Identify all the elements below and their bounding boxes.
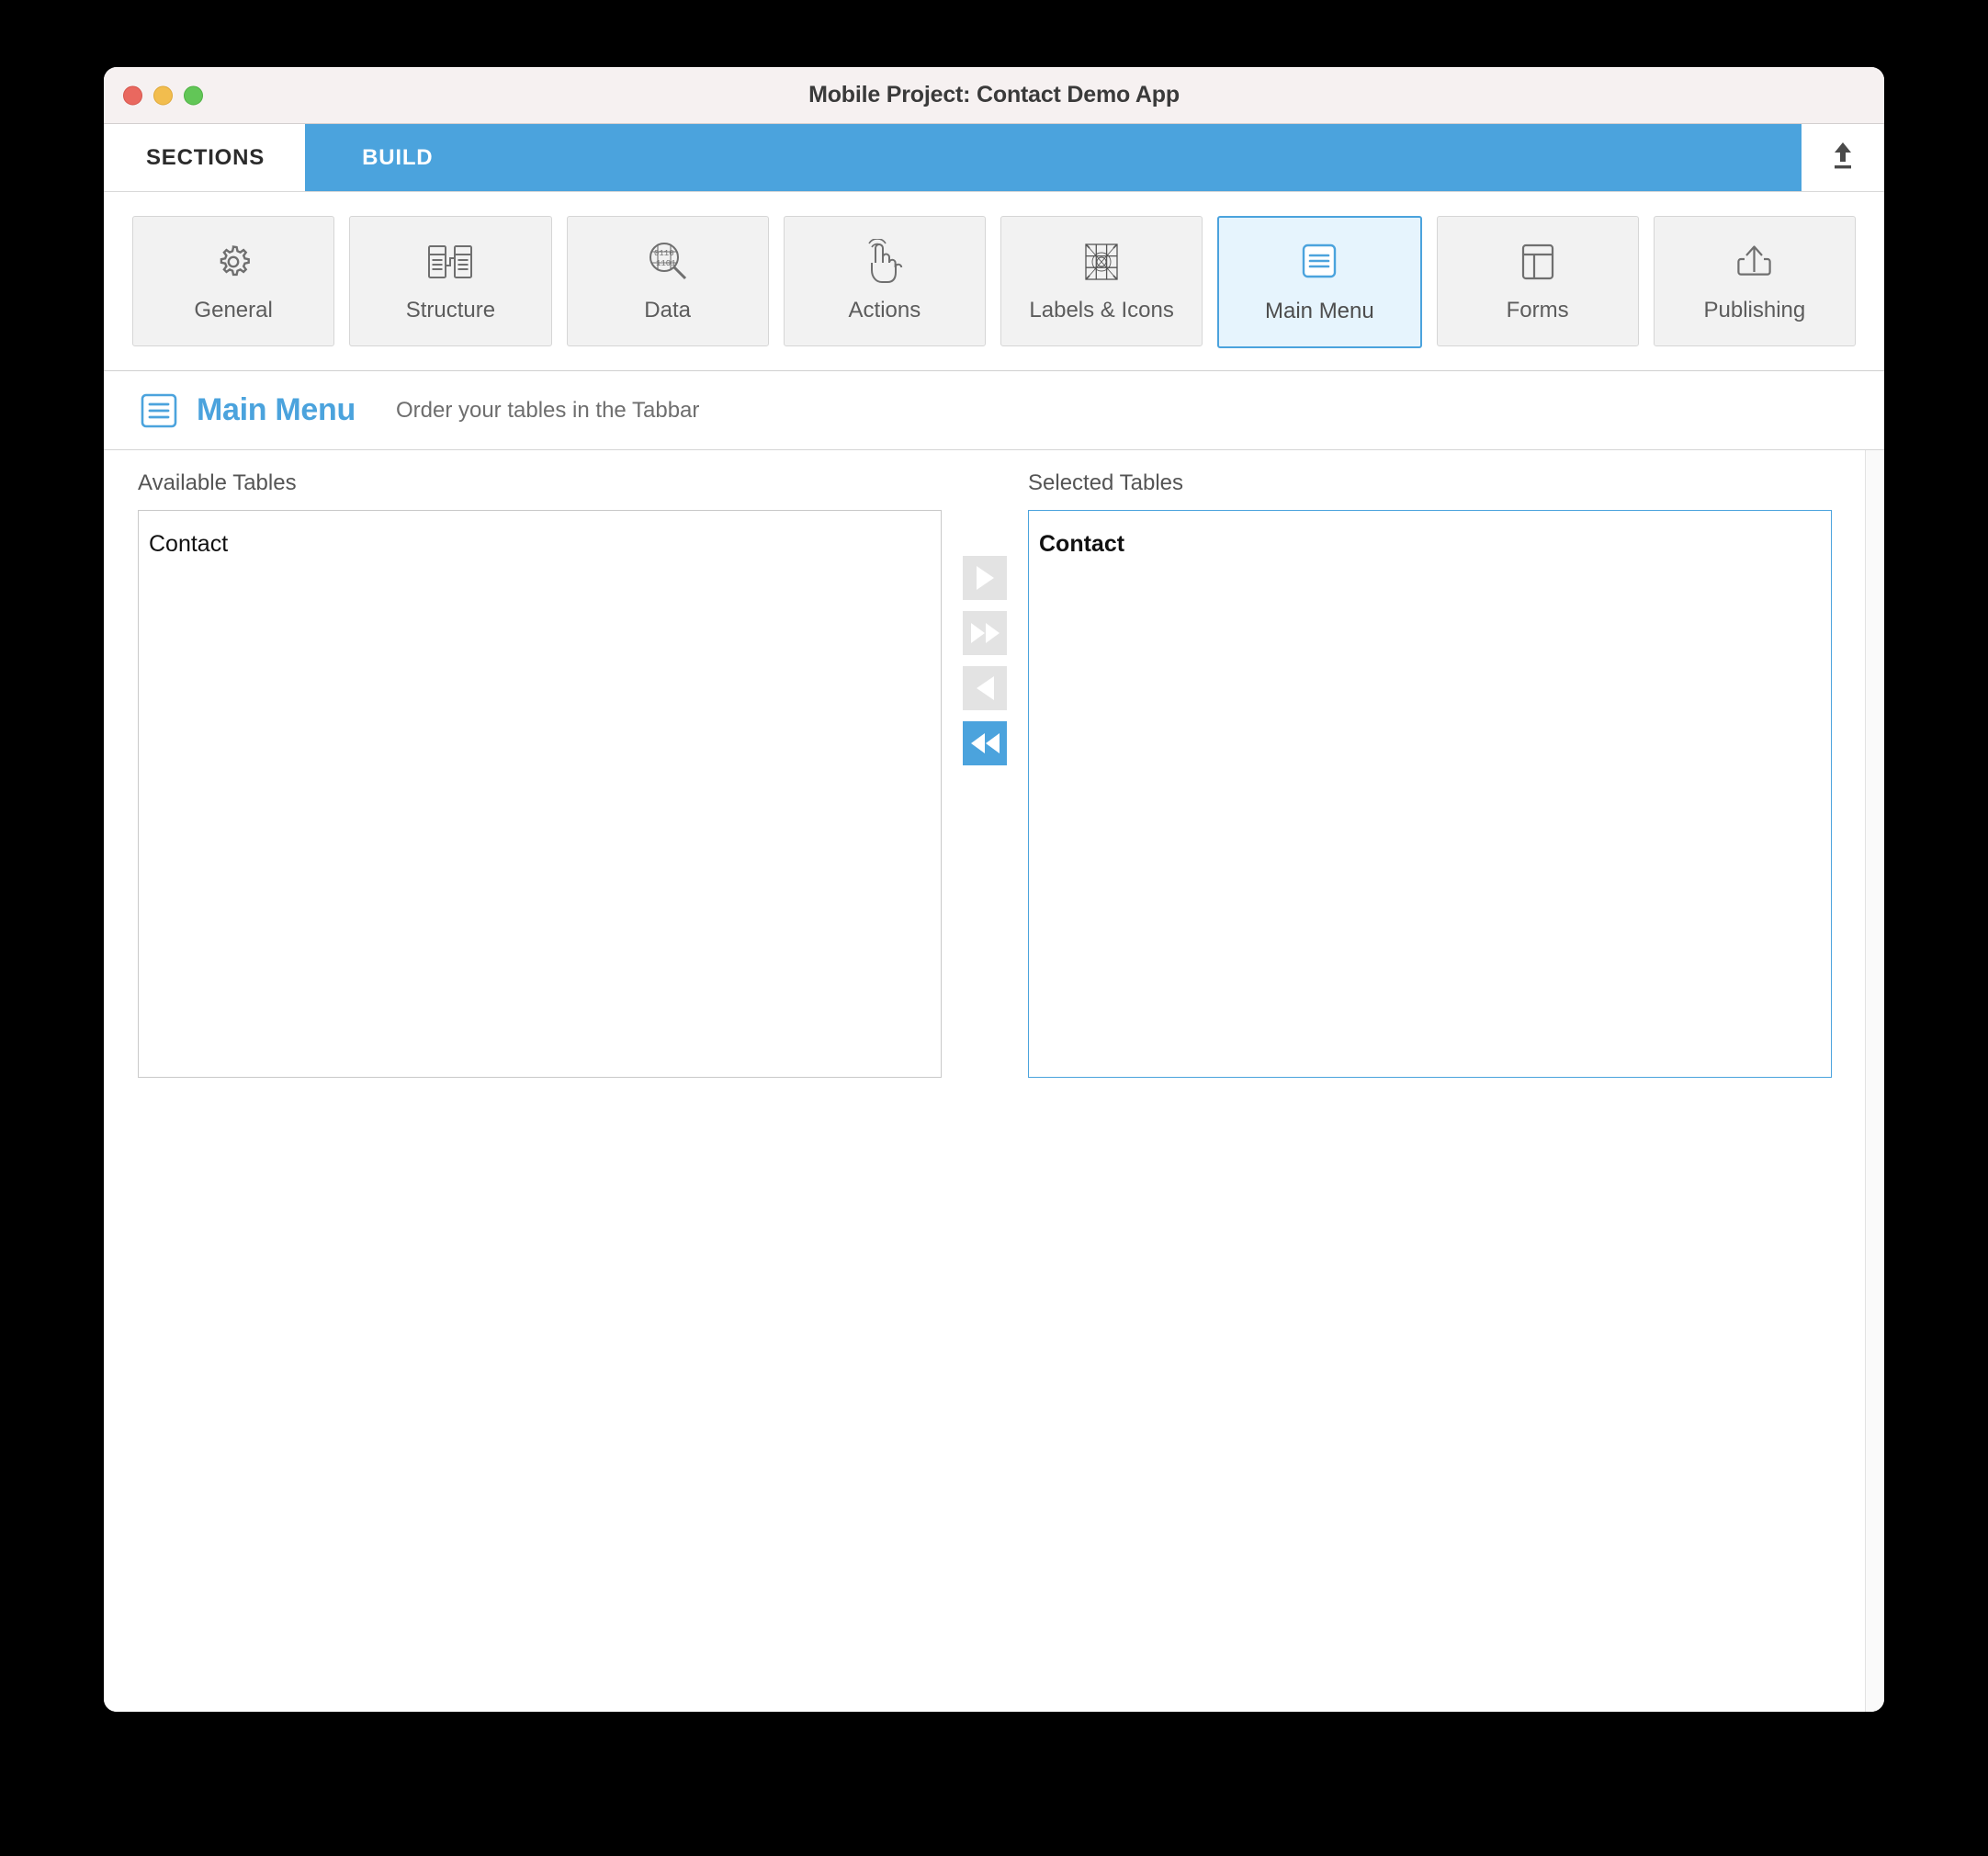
svg-text:0110: 0110 bbox=[654, 249, 674, 258]
toolbar-button-actions-label: Actions bbox=[848, 298, 921, 323]
toolbar-button-main-menu-label: Main Menu bbox=[1265, 299, 1374, 323]
toolbar-button-publishing[interactable]: Publishing bbox=[1653, 216, 1856, 346]
close-window-button[interactable] bbox=[123, 85, 142, 105]
toolbar-button-actions[interactable]: Actions bbox=[783, 216, 986, 346]
structure-icon bbox=[425, 239, 475, 285]
move-left-button[interactable] bbox=[963, 666, 1007, 710]
available-tables-panel: Available Tables Contact bbox=[138, 470, 942, 1078]
tab-sections-label: SECTIONS bbox=[146, 144, 265, 170]
toolbar-button-labels-icons[interactable]: Labels & Icons bbox=[1000, 216, 1203, 346]
page-title: Main Menu bbox=[197, 392, 356, 427]
app-window: Mobile Project: Contact Demo App SECTION… bbox=[104, 67, 1884, 1712]
double-arrow-right-icon bbox=[970, 623, 1000, 643]
selected-tables-panel: Selected Tables Contact bbox=[1028, 470, 1832, 1078]
arrow-right-icon bbox=[976, 566, 994, 590]
title-bar: Mobile Project: Contact Demo App bbox=[104, 67, 1884, 124]
double-arrow-left-icon bbox=[970, 733, 1000, 753]
minimize-window-button[interactable] bbox=[153, 85, 173, 105]
vertical-scrollbar[interactable] bbox=[1865, 450, 1884, 1712]
list-item[interactable]: Contact bbox=[139, 526, 941, 561]
move-all-left-button[interactable] bbox=[963, 721, 1007, 765]
toolbar-button-general[interactable]: General bbox=[132, 216, 335, 346]
toolbar-button-publishing-label: Publishing bbox=[1703, 298, 1806, 323]
toolbar-button-structure[interactable]: Structure bbox=[349, 216, 552, 346]
menu-list-icon bbox=[141, 393, 179, 428]
svg-text:1101: 1101 bbox=[656, 259, 676, 268]
toolbar-button-labels-icons-label: Labels & Icons bbox=[1029, 298, 1174, 323]
table-transfer-panels: Available Tables Contact Selected Tables… bbox=[104, 450, 1865, 1078]
main-content: Available Tables Contact Selected Tables… bbox=[104, 450, 1865, 1712]
tap-hand-icon bbox=[860, 239, 909, 285]
available-tables-label: Available Tables bbox=[138, 470, 297, 495]
tab-bar: SECTIONS BUILD bbox=[104, 124, 1884, 192]
menu-list-icon bbox=[1294, 240, 1344, 286]
upload-icon[interactable] bbox=[1828, 140, 1858, 175]
layout-icon bbox=[1513, 239, 1563, 285]
transfer-button-group bbox=[942, 470, 1028, 765]
list-item[interactable]: Contact bbox=[1029, 526, 1831, 561]
grid-icons-icon bbox=[1077, 239, 1126, 285]
gear-icon bbox=[209, 239, 258, 285]
toolbar-button-forms[interactable]: Forms bbox=[1436, 216, 1639, 346]
selected-tables-list[interactable]: Contact bbox=[1028, 510, 1832, 1078]
tab-sections[interactable]: SECTIONS bbox=[104, 124, 306, 191]
move-right-button[interactable] bbox=[963, 556, 1007, 600]
upload-box-icon bbox=[1730, 239, 1779, 285]
toolbar-button-forms-label: Forms bbox=[1506, 298, 1569, 323]
section-toolbar: General Structure 0110 1101 Data Actions… bbox=[104, 192, 1884, 371]
section-header: Main Menu Order your tables in the Tabba… bbox=[104, 371, 1884, 450]
arrow-left-icon bbox=[976, 676, 994, 700]
tab-build-label: BUILD bbox=[362, 144, 434, 170]
toolbar-button-data-label: Data bbox=[644, 298, 691, 323]
available-tables-list[interactable]: Contact bbox=[138, 510, 942, 1078]
toolbar-button-structure-label: Structure bbox=[405, 298, 496, 323]
content-area: Available Tables Contact Selected Tables… bbox=[104, 450, 1884, 1712]
page-subtitle: Order your tables in the Tabbar bbox=[395, 397, 700, 423]
toolbar-button-general-label: General bbox=[194, 298, 273, 323]
traffic-lights bbox=[123, 85, 203, 105]
toolbar-button-main-menu[interactable]: Main Menu bbox=[1217, 216, 1422, 348]
toolbar-button-data[interactable]: 0110 1101 Data bbox=[566, 216, 769, 346]
maximize-window-button[interactable] bbox=[184, 85, 203, 105]
tab-build[interactable]: BUILD bbox=[305, 124, 1802, 191]
selected-tables-label: Selected Tables bbox=[1028, 470, 1184, 495]
tabbar-actions bbox=[1802, 124, 1884, 191]
window-title: Mobile Project: Contact Demo App bbox=[808, 82, 1180, 108]
data-search-icon: 0110 1101 bbox=[643, 239, 693, 285]
move-all-right-button[interactable] bbox=[963, 611, 1007, 655]
